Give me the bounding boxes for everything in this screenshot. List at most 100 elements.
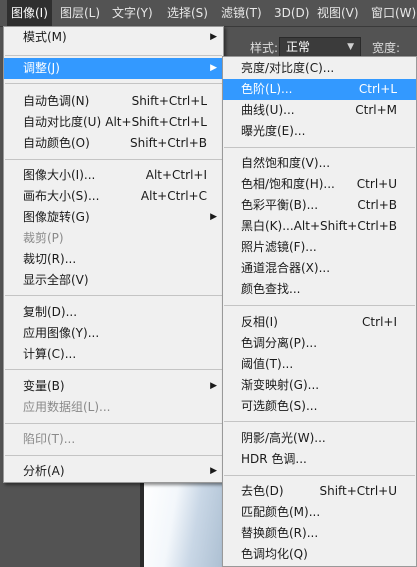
- menu-item-apply-data-set[interactable]: 应用数据组(L)...: [4, 397, 223, 418]
- menu-item-shortcut: Alt+Ctrl+C: [140, 189, 207, 203]
- menu-item-shortcut: Alt+Ctrl+I: [145, 168, 207, 182]
- menu-separator: [5, 455, 222, 456]
- menu-item-shadows-highlights[interactable]: 阴影/高光(W)...: [223, 428, 416, 449]
- menu-item-reveal-all[interactable]: 显示全部(V): [4, 270, 223, 291]
- menu-item-label: 曝光度(E)...: [241, 124, 306, 138]
- menu-separator: [5, 295, 222, 296]
- image-menu: 模式(M) ▶ 调整(J) ▶ 自动色调(N) Shift+Ctrl+L 自动对…: [3, 26, 224, 483]
- menu-item-calculations[interactable]: 计算(C)...: [4, 344, 223, 365]
- adjustments-submenu: 亮度/对比度(C)... 色阶(L)... Ctrl+L 曲线(U)... Ct…: [222, 56, 417, 567]
- menu-image[interactable]: 图像(I): [7, 0, 52, 27]
- chevron-down-icon: ▼: [347, 42, 354, 52]
- menu-item-label: 应用图像(Y)...: [23, 326, 100, 340]
- menu-item-image-rotation[interactable]: 图像旋转(G) ▶: [4, 207, 223, 228]
- menu-item-mode[interactable]: 模式(M) ▶: [4, 27, 223, 48]
- menu-item-label: 图像大小(I)...: [23, 168, 96, 182]
- menu-separator: [5, 423, 222, 424]
- menu-item-label: 去色(D): [241, 484, 284, 498]
- menu-item-shortcut: Shift+Ctrl+L: [131, 94, 207, 108]
- menu-item-gradient-map[interactable]: 渐变映射(G)...: [223, 375, 416, 396]
- menu-item-label: 颜色查找...: [241, 282, 301, 296]
- menu-type[interactable]: 文字(Y): [108, 0, 157, 27]
- menu-item-label: 裁剪(P): [23, 231, 64, 245]
- menu-item-desaturate[interactable]: 去色(D) Shift+Ctrl+U: [223, 481, 416, 502]
- menu-item-adjustments[interactable]: 调整(J) ▶: [4, 58, 223, 79]
- menu-filter[interactable]: 滤镜(T): [217, 0, 266, 27]
- menu-item-label: 替换颜色(R)...: [241, 526, 319, 540]
- menu-item-label: 色阶(L)...: [241, 82, 293, 96]
- menu-item-replace-color[interactable]: 替换颜色(R)...: [223, 523, 416, 544]
- menu-item-invert[interactable]: 反相(I) Ctrl+I: [223, 312, 416, 333]
- menu-item-image-size[interactable]: 图像大小(I)... Alt+Ctrl+I: [4, 165, 223, 186]
- menu-item-color-lookup[interactable]: 颜色查找...: [223, 279, 416, 300]
- menu-item-duplicate[interactable]: 复制(D)...: [4, 302, 223, 323]
- menu-item-label: 色调分离(P)...: [241, 336, 318, 350]
- menu-item-black-white[interactable]: 黑白(K)... Alt+Shift+Ctrl+B: [223, 216, 416, 237]
- menu-item-auto-tone[interactable]: 自动色调(N) Shift+Ctrl+L: [4, 91, 223, 112]
- menu-item-auto-contrast[interactable]: 自动对比度(U) Alt+Shift+Ctrl+L: [4, 112, 223, 133]
- menu-item-brightness-contrast[interactable]: 亮度/对比度(C)...: [223, 58, 416, 79]
- menu-layer[interactable]: 图层(L): [56, 0, 104, 27]
- menu-item-hdr-toning[interactable]: HDR 色调...: [223, 449, 416, 470]
- menu-item-label: 陷印(T)...: [23, 432, 76, 446]
- menu-item-exposure[interactable]: 曝光度(E)...: [223, 121, 416, 142]
- menu-item-shortcut: Ctrl+I: [362, 315, 397, 329]
- menu-item-label: 可选颜色(S)...: [241, 399, 318, 413]
- menu-item-variables[interactable]: 变量(B) ▶: [4, 376, 223, 397]
- menu-item-crop[interactable]: 裁剪(P): [4, 228, 223, 249]
- menu-item-label: HDR 色调...: [241, 452, 307, 466]
- canvas-image: [144, 482, 228, 567]
- menu-item-label: 黑白(K)...: [241, 219, 294, 233]
- menu-separator: [224, 305, 415, 306]
- menu-item-curves[interactable]: 曲线(U)... Ctrl+M: [223, 100, 416, 121]
- menu-item-shortcut: Shift+Ctrl+B: [130, 136, 207, 150]
- menu-item-label: 分析(A): [23, 464, 65, 478]
- submenu-arrow-icon: ▶: [210, 32, 217, 42]
- menu-3d[interactable]: 3D(D): [270, 0, 313, 27]
- menu-separator: [5, 55, 222, 56]
- menu-view[interactable]: 视图(V): [313, 0, 363, 27]
- menu-item-photo-filter[interactable]: 照片滤镜(F)...: [223, 237, 416, 258]
- menu-item-label: 色调均化(Q): [241, 547, 308, 561]
- menu-item-threshold[interactable]: 阈值(T)...: [223, 354, 416, 375]
- menu-item-color-balance[interactable]: 色彩平衡(B)... Ctrl+B: [223, 195, 416, 216]
- submenu-arrow-icon: ▶: [210, 466, 217, 476]
- menu-item-analysis[interactable]: 分析(A) ▶: [4, 461, 223, 482]
- menu-item-levels[interactable]: 色阶(L)... Ctrl+L: [223, 79, 416, 100]
- menu-item-canvas-size[interactable]: 画布大小(S)... Alt+Ctrl+C: [4, 186, 223, 207]
- menu-item-posterize[interactable]: 色调分离(P)...: [223, 333, 416, 354]
- menu-separator: [224, 421, 415, 422]
- menu-item-shortcut: Ctrl+U: [356, 177, 397, 191]
- width-label: 宽度:: [372, 41, 401, 55]
- menu-separator: [5, 83, 222, 84]
- menu-item-match-color[interactable]: 匹配颜色(M)...: [223, 502, 416, 523]
- menu-window[interactable]: 窗口(W): [367, 0, 417, 27]
- menu-item-shortcut: Shift+Ctrl+U: [319, 484, 397, 498]
- menu-item-label: 裁切(R)...: [23, 252, 77, 266]
- menu-item-shortcut: Ctrl+L: [358, 82, 397, 96]
- menu-item-auto-color[interactable]: 自动颜色(O) Shift+Ctrl+B: [4, 133, 223, 154]
- menu-item-label: 显示全部(V): [23, 273, 89, 287]
- menu-item-trim[interactable]: 裁切(R)...: [4, 249, 223, 270]
- menu-item-label: 自动色调(N): [23, 94, 90, 108]
- menu-item-label: 计算(C)...: [23, 347, 77, 361]
- menu-item-apply-image[interactable]: 应用图像(Y)...: [4, 323, 223, 344]
- menu-item-label: 阈值(T)...: [241, 357, 294, 371]
- menu-item-shortcut: Ctrl+B: [357, 198, 397, 212]
- menu-item-label: 变量(B): [23, 379, 65, 393]
- menu-item-hue-saturation[interactable]: 色相/饱和度(H)... Ctrl+U: [223, 174, 416, 195]
- menu-select[interactable]: 选择(S): [163, 0, 212, 27]
- menu-item-label: 色彩平衡(B)...: [241, 198, 319, 212]
- menu-item-trap[interactable]: 陷印(T)...: [4, 429, 223, 450]
- style-select[interactable]: 正常 ▼: [279, 37, 361, 58]
- menu-bar: 图像(I) 图层(L) 文字(Y) 选择(S) 滤镜(T) 3D(D) 视图(V…: [0, 0, 417, 27]
- menu-item-equalize[interactable]: 色调均化(Q): [223, 544, 416, 565]
- style-label: 样式:: [250, 41, 279, 55]
- menu-item-selective-color[interactable]: 可选颜色(S)...: [223, 396, 416, 417]
- submenu-arrow-icon: ▶: [210, 381, 217, 391]
- menu-item-vibrance[interactable]: 自然饱和度(V)...: [223, 153, 416, 174]
- menu-item-shortcut: Alt+Shift+Ctrl+L: [105, 115, 207, 129]
- menu-separator: [5, 159, 222, 160]
- menu-item-channel-mixer[interactable]: 通道混合器(X)...: [223, 258, 416, 279]
- menu-item-label: 自然饱和度(V)...: [241, 156, 331, 170]
